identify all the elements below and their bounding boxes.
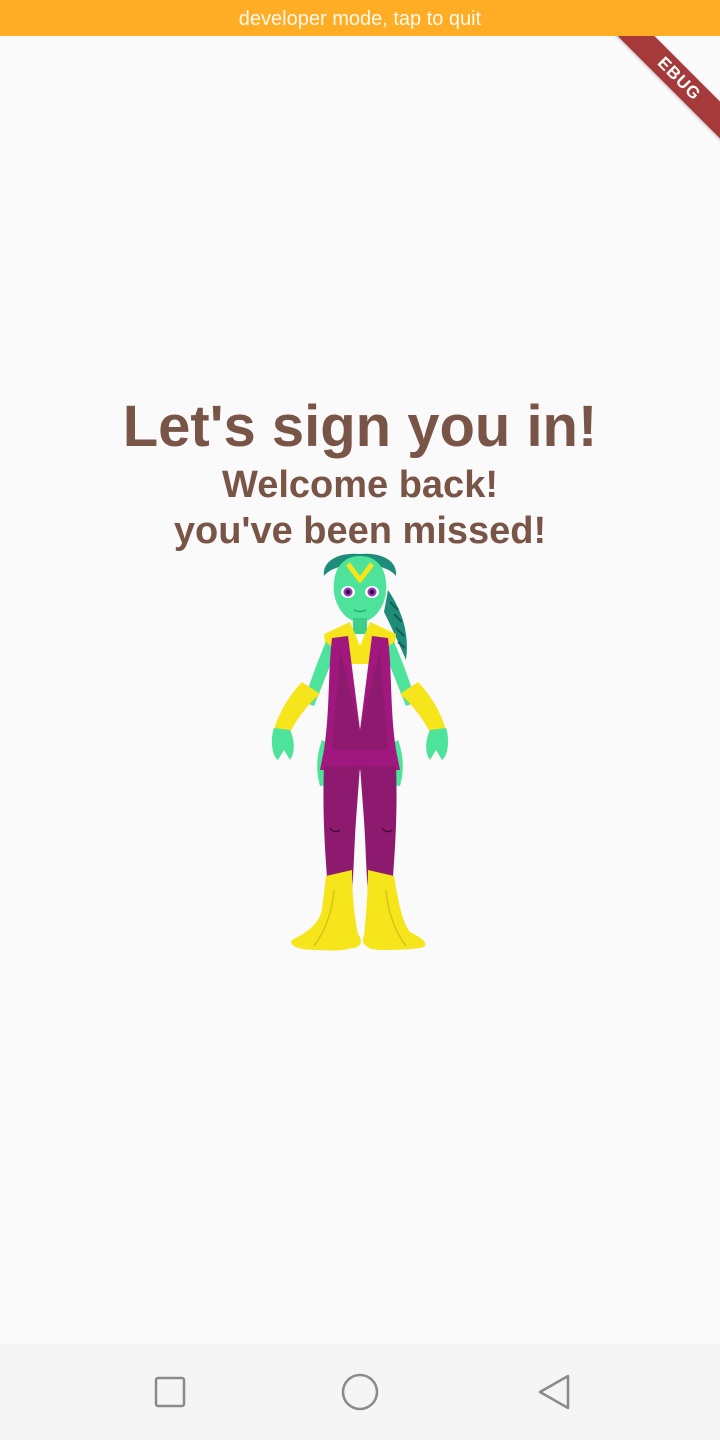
recents-button[interactable]: [142, 1366, 198, 1418]
developer-mode-text: developer mode, tap to quit: [238, 8, 482, 30]
page-title: Let's sign you in!: [122, 394, 598, 459]
debug-ribbon: EBUG: [609, 36, 720, 149]
developer-mode-banner[interactable]: developer mode, tap to quit: [0, 0, 720, 36]
debug-ribbon-container: EBUG: [600, 36, 720, 156]
missed-subtitle: you've been missed!: [173, 510, 547, 552]
alien-character-icon: [271, 553, 449, 951]
triangle-back-icon: [538, 1374, 570, 1410]
circle-icon: [341, 1373, 379, 1411]
back-button[interactable]: [526, 1366, 582, 1418]
login-screen: developer mode, tap to quit EBUG Let's s…: [0, 0, 720, 1440]
alien-character-illustration: [260, 550, 460, 960]
square-icon: [154, 1376, 186, 1408]
system-navigation-bar: [0, 1344, 720, 1440]
welcome-subtitle: Welcome back!: [222, 464, 498, 506]
home-button[interactable]: [332, 1366, 388, 1418]
